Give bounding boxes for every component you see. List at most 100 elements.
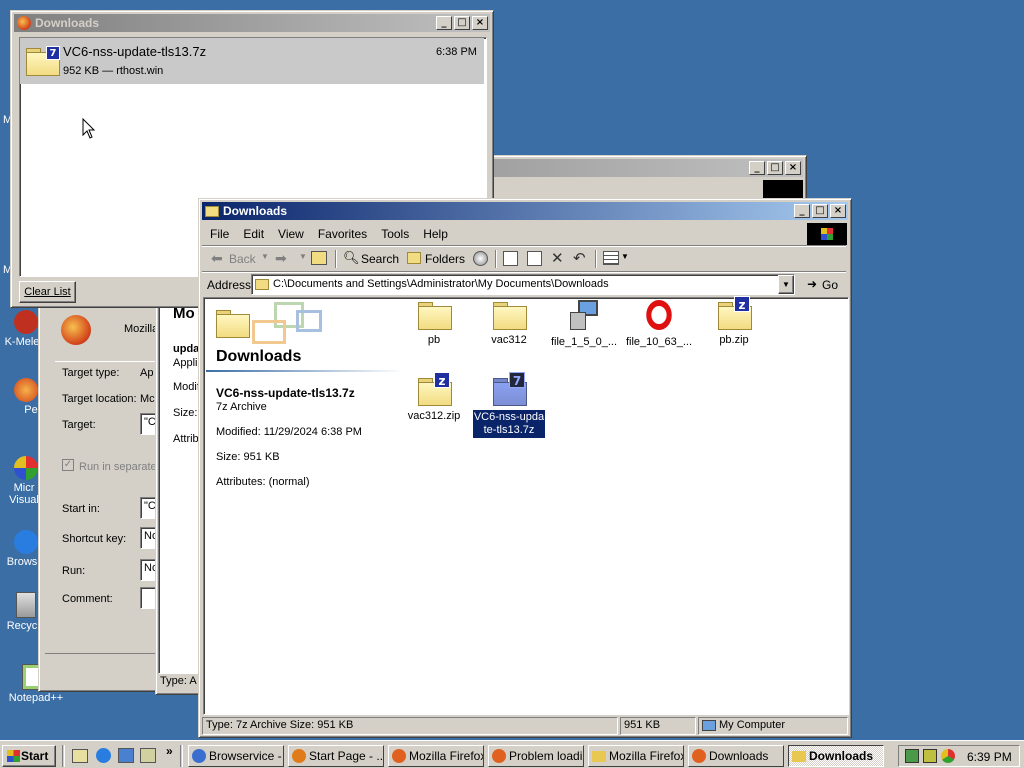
minimize-button[interactable]: _	[749, 161, 765, 175]
media-quicklaunch-icon[interactable]	[140, 748, 156, 763]
menu-bar: File Edit View Favorites Tools Help	[203, 225, 455, 243]
window-title: Downloads	[35, 16, 100, 30]
taskbar-item-active[interactable]: Downloads	[788, 745, 884, 767]
system-tray: 6:39 PM	[898, 745, 1020, 767]
7z-archive-icon: 7	[26, 46, 60, 76]
folders-button[interactable]: Folders	[425, 252, 465, 266]
folder-large-icon	[216, 310, 250, 338]
taskbar-item[interactable]: Problem loadi...	[488, 745, 584, 767]
close-button[interactable]: ×	[830, 204, 846, 218]
menu-favorites[interactable]: Favorites	[311, 225, 374, 243]
folder-icon	[493, 302, 527, 330]
up-folder-icon[interactable]	[311, 251, 327, 265]
target-type-value: Ap	[140, 367, 154, 379]
taskbar-item[interactable]: Mozilla Firefox	[588, 745, 684, 767]
history-icon[interactable]	[473, 251, 488, 266]
taskbar-item[interactable]: Mozilla Firefox	[388, 745, 484, 767]
run-separate-label: Run in separate	[79, 461, 157, 473]
installer-icon	[568, 300, 600, 330]
copy-to-icon[interactable]	[527, 251, 542, 266]
clear-list-button[interactable]: Clear List	[19, 281, 76, 303]
forward-arrow-icon[interactable]: ➡	[275, 250, 287, 267]
taskbar-item-label: Mozilla Firefox	[609, 749, 684, 763]
selected-file-type: 7z Archive	[216, 401, 267, 413]
standard-toolbar: ⬅ Back ▼ ➡ ▼ 🔍︎ Search Folders ✕ ↶ ▼	[203, 249, 843, 271]
selected-file-modified: Modified: 11/29/2024 6:38 PM	[216, 426, 362, 438]
download-filename: VC6-nss-update-tls13.7z	[63, 44, 207, 59]
volume-tray-icon[interactable]	[923, 749, 937, 763]
address-dropdown-button[interactable]: ▼	[778, 275, 794, 294]
folder-view[interactable]: Downloads VC6-nss-update-tls13.7z 7z Arc…	[203, 296, 849, 715]
move-to-icon[interactable]	[503, 251, 518, 266]
show-desktop-icon[interactable]	[72, 749, 88, 763]
run-separate-checkbox[interactable]: ✓	[62, 459, 74, 471]
file-item-label: vac312	[491, 334, 527, 346]
attributes-label: Attrib	[173, 433, 199, 445]
file-item-label: file_1_5_0_...	[550, 336, 618, 348]
file-item[interactable]: file_1_5_0_...	[546, 300, 622, 348]
target-label: Target:	[62, 419, 96, 431]
menu-file[interactable]: File	[203, 225, 236, 243]
views-icon[interactable]	[603, 251, 619, 265]
taskbar-item[interactable]: Start Page - ...	[288, 745, 384, 767]
download-details: 952 KB — rthost.win	[63, 65, 164, 77]
go-button[interactable]: Go	[822, 278, 838, 292]
file-item[interactable]: file_10_63_...	[621, 300, 697, 348]
back-dropdown-icon: ▼	[261, 252, 269, 261]
file-item[interactable]: pb	[396, 302, 472, 346]
downloads-manager-titlebar[interactable]: Downloads _ □ ×	[14, 14, 490, 32]
file-item[interactable]: vac312	[471, 302, 547, 346]
visual-studio-icon	[14, 456, 38, 480]
target-type-label: Target type:	[62, 367, 120, 379]
back-button[interactable]: Back	[229, 252, 256, 266]
clock[interactable]: 6:39 PM	[967, 750, 1012, 764]
status-bar: Type: 7z Archive Size: 951 KB 951 KB My …	[202, 717, 848, 735]
maximize-button[interactable]: □	[812, 204, 828, 218]
close-button[interactable]: ×	[472, 16, 488, 30]
network-tray-icon[interactable]	[905, 749, 919, 763]
minimize-button[interactable]: _	[436, 16, 452, 30]
search-button[interactable]: Search	[361, 252, 399, 266]
taskbar-item-label: Downloads	[809, 749, 874, 763]
desktop-icon-label: Notepad++	[8, 692, 64, 704]
menu-help[interactable]: Help	[416, 225, 455, 243]
windows-logo-icon	[763, 180, 803, 200]
address-value: C:\Documents and Settings\Administrator\…	[273, 278, 609, 290]
desktop-icon-label: K-Mele	[4, 336, 40, 348]
file-item[interactable]: z vac312.zip	[396, 372, 472, 422]
menu-tools[interactable]: Tools	[374, 225, 416, 243]
window-title: Downloads	[223, 204, 288, 218]
desktop-icon-label: Recyc	[6, 620, 38, 632]
download-item[interactable]: 7 VC6-nss-update-tls13.7z 952 KB — rthos…	[20, 38, 484, 84]
start-in-label: Start in:	[62, 503, 100, 515]
file-item-selected[interactable]: 7 VC6-nss-update-tls13.7z	[471, 372, 547, 438]
menu-view[interactable]: View	[271, 225, 311, 243]
delete-icon[interactable]: ✕	[551, 249, 564, 267]
quicklaunch-more-icon[interactable]: »	[166, 744, 173, 758]
file-item[interactable]: z pb.zip	[696, 296, 772, 346]
download-time: 6:38 PM	[436, 46, 477, 58]
outlook-quicklaunch-icon[interactable]	[118, 748, 134, 763]
start-button[interactable]: Start	[2, 745, 56, 767]
folder-icon	[255, 279, 269, 290]
firefox-icon	[492, 749, 506, 763]
modified-label: Modif	[173, 381, 200, 393]
minimize-button[interactable]: _	[794, 204, 810, 218]
taskbar-item[interactable]: Downloads	[688, 745, 784, 767]
close-button[interactable]: ×	[785, 161, 801, 175]
folder-icon	[792, 751, 806, 762]
taskbar-item[interactable]: Browservice - ...	[188, 745, 284, 767]
explorer-titlebar[interactable]: Downloads _ □ ×	[202, 202, 848, 220]
go-arrow-icon: ➜	[807, 277, 818, 291]
ie-quicklaunch-icon[interactable]	[96, 748, 111, 763]
menu-edit[interactable]: Edit	[236, 225, 271, 243]
ie-icon	[14, 530, 38, 554]
folder-title: Downloads	[216, 348, 302, 365]
address-bar[interactable]: C:\Documents and Settings\Administrator\…	[251, 274, 795, 295]
windows-logo-icon	[807, 223, 847, 245]
app-tray-icon[interactable]	[941, 749, 955, 763]
undo-icon[interactable]: ↶	[573, 249, 586, 267]
views-dropdown-icon[interactable]: ▼	[621, 252, 629, 261]
maximize-button[interactable]: □	[454, 16, 470, 30]
maximize-button[interactable]: □	[767, 161, 783, 175]
